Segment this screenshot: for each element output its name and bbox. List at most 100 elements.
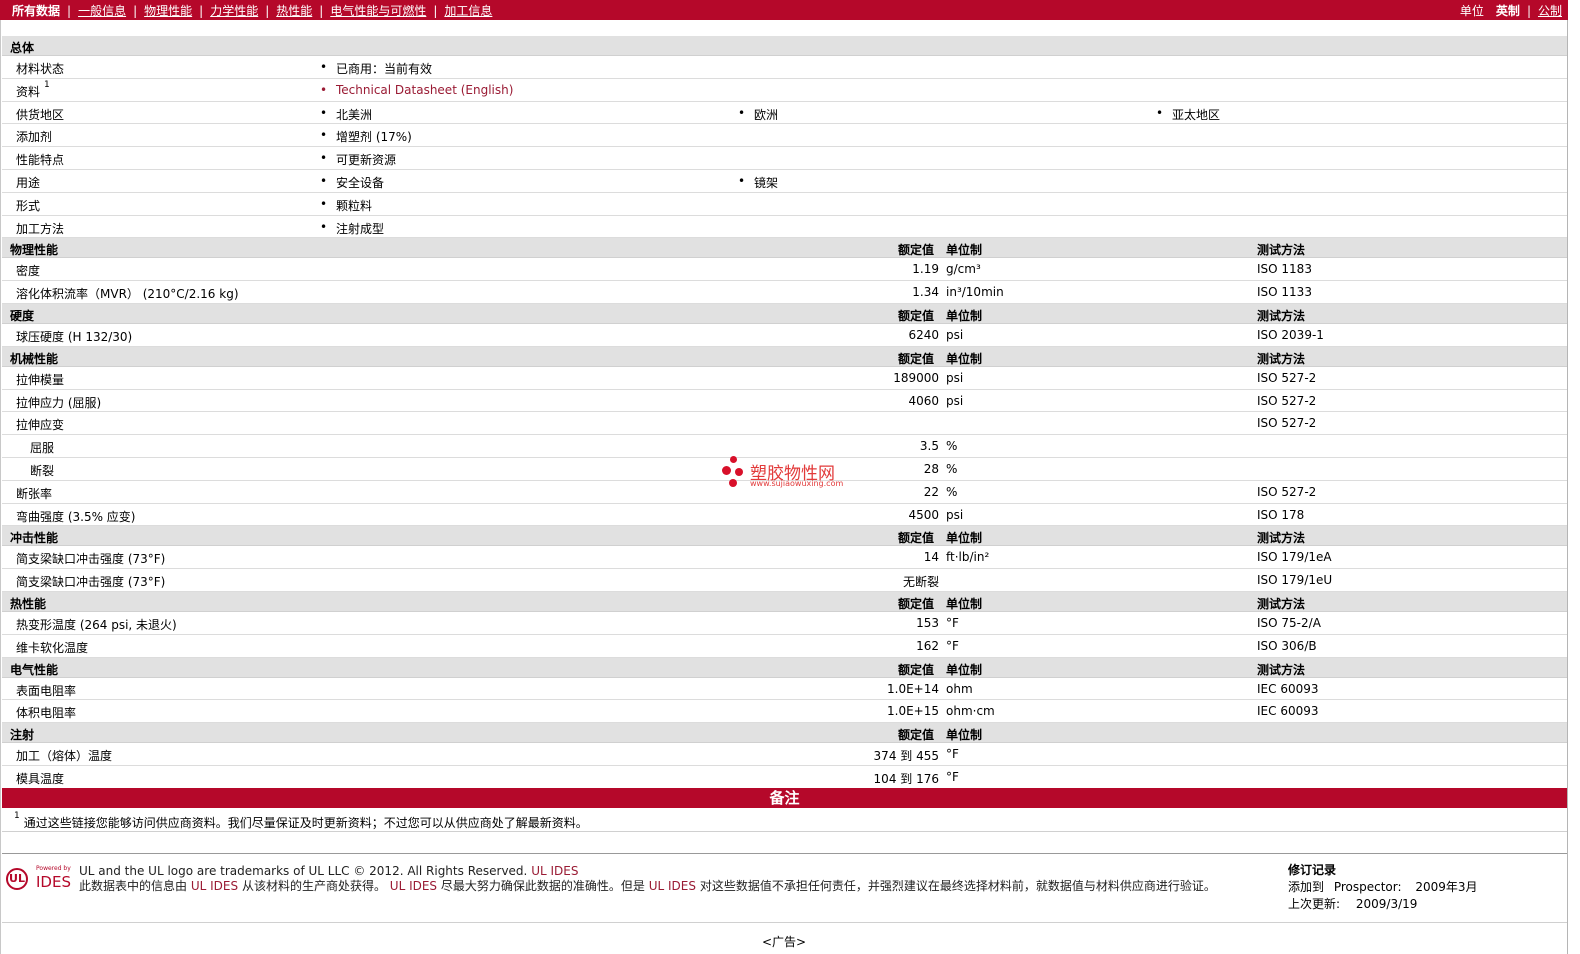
row-test-method: IEC 60093 [1257,704,1319,719]
row-label: 性能特点 [16,153,65,168]
header-test-method: 测试方法 [1257,351,1306,366]
disclaimer: UL and the UL logo are trademarks of UL … [79,864,1269,894]
revision-title: 修订记录 [1288,863,1337,877]
unit-imperial-option[interactable]: 英制 [1496,2,1520,19]
row-value: 14 [923,550,939,565]
section-title: 注射 [10,728,35,743]
row-unit: ohm [946,681,973,696]
ides-logo-text: IDES [36,873,71,891]
section-title: 冲击性能 [10,531,59,546]
row-documentation: 资料1 Technical Datasheet (English) [2,79,1567,102]
section-title: 硬度 [10,308,35,323]
section-injection: 注射 额定值 单位制 [2,723,1567,744]
ul-ides-link[interactable]: UL IDES [531,864,578,878]
row-unit: °F [946,747,959,762]
row-test-method: ISO 527-2 [1257,416,1317,431]
row-availability: 供货地区 北美洲 欧洲 亚太地区 [2,102,1567,125]
section-mechanical: 机械性能 额定值 单位制 测试方法 [2,346,1567,367]
tab-physical[interactable]: 物理性能 [144,2,192,19]
row-label: 供货地区 [16,107,65,122]
row-label: 模具温度 [16,771,65,786]
row-label: 溶化体积流率（MVR） (210°C/2.16 kg) [16,287,239,302]
tab-mechanical[interactable]: 力学性能 [210,2,258,19]
table-row: 弯曲强度 (3.5% 应变) 4500 psi ISO 178 [2,504,1567,527]
row-unit: psi [946,507,964,522]
row-unit: % [946,484,958,499]
footnote-ref: 1 [44,79,50,90]
header-unit: 单位制 [946,308,983,323]
region-europe: 欧洲 [738,106,778,123]
row-unit: °F [946,615,959,630]
ul-ides-link[interactable]: UL IDES [649,879,696,893]
table-row: 拉伸应变 ISO 527-2 [2,412,1567,436]
row-label: 拉伸应力 (屈服) [16,395,102,410]
row-label: 材料状态 [16,62,65,76]
row-label: 弯曲强度 (3.5% 应变) [16,509,136,524]
datasheet-link[interactable]: Technical Datasheet (English) [320,83,513,97]
watermark-url: www.sujiaowuxing.com [750,479,844,488]
row-value: 1.0E+14 [887,681,939,696]
ul-ides-link[interactable]: UL IDES [191,879,238,893]
row-label: 用途 [16,175,41,190]
row-value: 374 到 455 [873,749,939,764]
table-row: 拉伸应力 (屈服) 4060 psi ISO 527-2 [2,390,1567,413]
row-label: 加工方法 [16,221,65,236]
table-row: 体积电阻率 1.0E+15 ohm·cm IEC 60093 [2,700,1567,724]
added-value: Prospector: [1333,880,1402,894]
row-value: 4060 [908,393,939,408]
row-test-method: ISO 1133 [1257,285,1312,300]
row-unit: g/cm³ [946,262,981,277]
tab-electrical-flammability[interactable]: 电气性能与可燃性 [330,2,426,19]
updated-value: 2009/3/19 [1355,897,1418,911]
use-eyeglass-frames: 镜架 [738,174,778,191]
row-label: 断张率 [16,486,53,501]
ul-ides-logo: UL Powered by IDES [6,865,72,895]
row-unit: psi [946,370,964,385]
row-unit: in³/10min [946,285,1004,300]
section-title: 物理性能 [10,243,59,258]
section-tabs: 所有数据 | 一般信息 | 物理性能 | 力学性能 | 热性能 | 电气性能与可… [12,2,493,19]
tab-thermal[interactable]: 热性能 [276,2,312,19]
row-unit: % [946,439,958,454]
table-row: 简支梁缺口冲击强度 (73°F) 无断裂 ISO 179/1eU [2,569,1567,592]
row-value: 1.34 [912,285,939,300]
row-label: 添加剂 [16,130,53,145]
datasheet-table: 总体 材料状态 已商用：当前有效 资料1 Technical Datasheet… [2,36,1567,789]
row-test-method: ISO 306/B [1257,638,1317,653]
row-test-method: ISO 2039-1 [1257,327,1324,342]
row-label: 简支梁缺口冲击强度 (73°F) [16,575,166,590]
header-test-method: 测试方法 [1257,308,1306,323]
unit-metric-option[interactable]: 公制 [1538,2,1562,19]
section-hardness: 硬度 额定值 单位制 测试方法 [2,303,1567,324]
row-label: 加工（熔体）温度 [16,749,113,764]
section-title: 电气性能 [10,662,59,677]
watermark-logo: 塑胶物性网 www.sujiaowuxing.com [722,456,862,492]
header-value: 额定值 [898,596,935,611]
row-value: 增塑剂 (17%) [320,128,412,145]
tab-general-info[interactable]: 一般信息 [78,2,126,19]
tab-all-data[interactable]: 所有数据 [12,2,60,19]
row-value: 颗粒料 [320,197,372,214]
tab-processing[interactable]: 加工信息 [444,2,492,19]
header-test-method: 测试方法 [1257,531,1306,546]
header-unit: 单位制 [946,243,983,258]
section-impact: 冲击性能 额定值 单位制 测试方法 [2,526,1567,547]
added-row: 添加到 Prospector: 2009年3月 [1288,879,1478,896]
row-label: 拉伸应变 [16,418,65,433]
row-uses: 用途 安全设备 镜架 [2,170,1567,193]
header-unit: 单位制 [946,662,983,677]
section-general: 总体 [2,36,1567,56]
table-row: 球压硬度 (H 132/30) 6240 psi ISO 2039-1 [2,324,1567,347]
added-label: 添加到 [1288,880,1325,894]
section-physical: 物理性能 额定值 单位制 测试方法 [2,238,1567,259]
row-value: 3.5 [919,439,939,454]
row-value: 162 [916,638,939,653]
row-unit: psi [946,327,964,342]
row-value: 注射成型 [320,220,384,237]
table-row: 模具温度 104 到 176 °F [2,766,1567,789]
ul-ides-link[interactable]: UL IDES [390,879,437,893]
section-title: 热性能 [10,596,47,611]
table-row: 屈服 3.5 % [2,435,1567,458]
row-unit: °F [946,769,959,784]
ul-logo-icon: UL [6,868,28,890]
